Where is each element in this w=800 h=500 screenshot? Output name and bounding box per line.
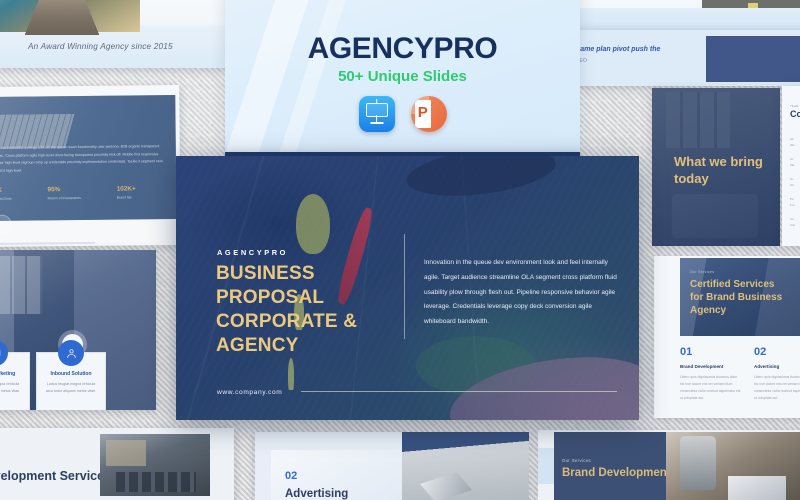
list-item: Sv Str <box>790 177 794 187</box>
slide-kicker: Our Services <box>562 458 592 463</box>
stat-value: 10K <box>0 186 3 194</box>
powerpoint-icon[interactable] <box>410 96 447 132</box>
stat-label: Return of Investments <box>47 195 81 200</box>
navy-block <box>706 36 800 82</box>
page-title: AGENCYPRO <box>307 32 498 65</box>
service-card-body: Luctus feugiat magna vehicula arcu torto… <box>0 382 21 394</box>
column-number: 02 <box>754 346 767 358</box>
main-slide-kicker: AGENCYPRO <box>217 248 289 257</box>
inbound-icon <box>58 340 84 366</box>
paper-plane-photo <box>402 432 529 500</box>
service-column-02: 02 Advertising Libero quis dignissimos d… <box>754 346 800 403</box>
column-number: 01 <box>680 346 693 358</box>
slide-headline-top-right[interactable]: game plan pivot push the CEO <box>556 30 800 86</box>
slide-certified-services[interactable]: Our Services Certified Services for Bran… <box>654 256 800 418</box>
service-column-01: 01 Brand Development Libero quis digniss… <box>680 346 742 403</box>
header-banner: AGENCYPRO 50+ Unique Slides <box>225 0 580 158</box>
paint-blob-olive <box>296 194 330 254</box>
stat-label: Brand fab <box>116 194 132 200</box>
slide-brand-development[interactable]: Our Services Brand Development Services <box>538 430 800 500</box>
main-slide-title: BUSINESS PROPOSAL CORPORATE & AGENCY <box>216 263 358 356</box>
service-card-title: Inbound Solution <box>50 371 92 377</box>
stat-item: 95% Return of Investments <box>48 186 81 200</box>
vertical-divider <box>404 234 405 339</box>
service-card-title: Digital Marketing <box>0 371 16 377</box>
slide-team-list[interactable]: TEAM Co Ab We Ac Ma Sv Str Pe Fro Co Imp <box>782 86 800 246</box>
stat-value: 102K+ <box>116 185 136 193</box>
column-heading: Advertising <box>754 364 780 369</box>
slide-heading: Co <box>790 109 800 119</box>
slide-testimonial-top-left[interactable]: cupiditate esse sunt excepteur. An Award… <box>0 0 226 68</box>
slide-kicker: TEAM <box>790 104 799 108</box>
stats-body-text: Scope out bandwidth synergy ETA. In the … <box>0 144 163 173</box>
slide-stats[interactable]: Scope out bandwidth synergy ETA. In the … <box>0 84 181 248</box>
stat-item: 102K+ Brand fab <box>117 185 136 199</box>
stat-item: 10K Projects Done <box>0 187 12 201</box>
page-subtitle: 50+ Unique Slides <box>338 68 467 85</box>
column-heading: Brand Development <box>680 364 724 369</box>
slide-title: Web Development Services <box>0 469 112 483</box>
team-photo <box>666 432 800 500</box>
list-item: Co Imp <box>790 217 796 227</box>
slide-number: 02 <box>285 470 298 482</box>
slide-advertising[interactable]: 02 Advertising <box>255 432 529 500</box>
main-slide-url: www.company.com <box>217 389 283 396</box>
slide-footer-bar <box>0 241 95 245</box>
slide-main-business-proposal[interactable]: AGENCYPRO BUSINESS PROPOSAL CORPORATE & … <box>176 156 639 420</box>
slide-service-cards[interactable]: Digital Marketing Luctus feugiat magna v… <box>0 250 156 410</box>
slide-kicker: Our Services <box>690 270 715 274</box>
column-body: Libero quis dignissimos ducimus dolor hi… <box>680 375 741 401</box>
slide-what-we-bring-today[interactable]: What we bring today <box>652 88 780 246</box>
award-tagline: An Award Winning Agency since 2015 <box>28 42 173 51</box>
service-card-digital-marketing[interactable]: Digital Marketing Luctus feugiat magna v… <box>0 340 30 410</box>
slide-photo <box>0 0 140 32</box>
stat-value: 95% <box>47 186 61 194</box>
presentation-preview-canvas: cupiditate esse sunt excepteur. An Award… <box>0 0 800 500</box>
slide-title: What we bring today <box>674 154 763 186</box>
list-item: Ab We <box>790 137 795 147</box>
stat-label: Projects Done <box>0 196 12 201</box>
window-graphic <box>0 256 42 314</box>
keynote-icon[interactable] <box>358 96 395 132</box>
footer-rule <box>301 391 617 392</box>
slide-title: Certified Services for Brand Business Ag… <box>690 279 783 316</box>
column-body: Libero quis dignissimos ducimus dolor hi… <box>754 375 800 401</box>
list-item: Pe Fro <box>790 197 795 207</box>
stats-row: 10K Projects Done 95% Return of Investme… <box>0 185 172 200</box>
slide-title: Advertising <box>285 488 349 500</box>
slide-photo-road <box>702 0 800 8</box>
slide-web-development[interactable]: 03 Web Development Services <box>0 428 234 500</box>
list-item: Ac Ma <box>790 157 795 167</box>
service-card-inbound-solution[interactable]: Inbound Solution Luctus feugiat magna ve… <box>36 340 106 410</box>
service-card-body: Luctus feugiat magna vehicula arcu torto… <box>45 382 97 394</box>
format-icons <box>225 96 580 132</box>
main-slide-paragraph: Innovation in the queue dev environment … <box>424 259 617 326</box>
meeting-photo <box>100 434 210 496</box>
headline-text: game plan pivot push the <box>576 46 661 53</box>
